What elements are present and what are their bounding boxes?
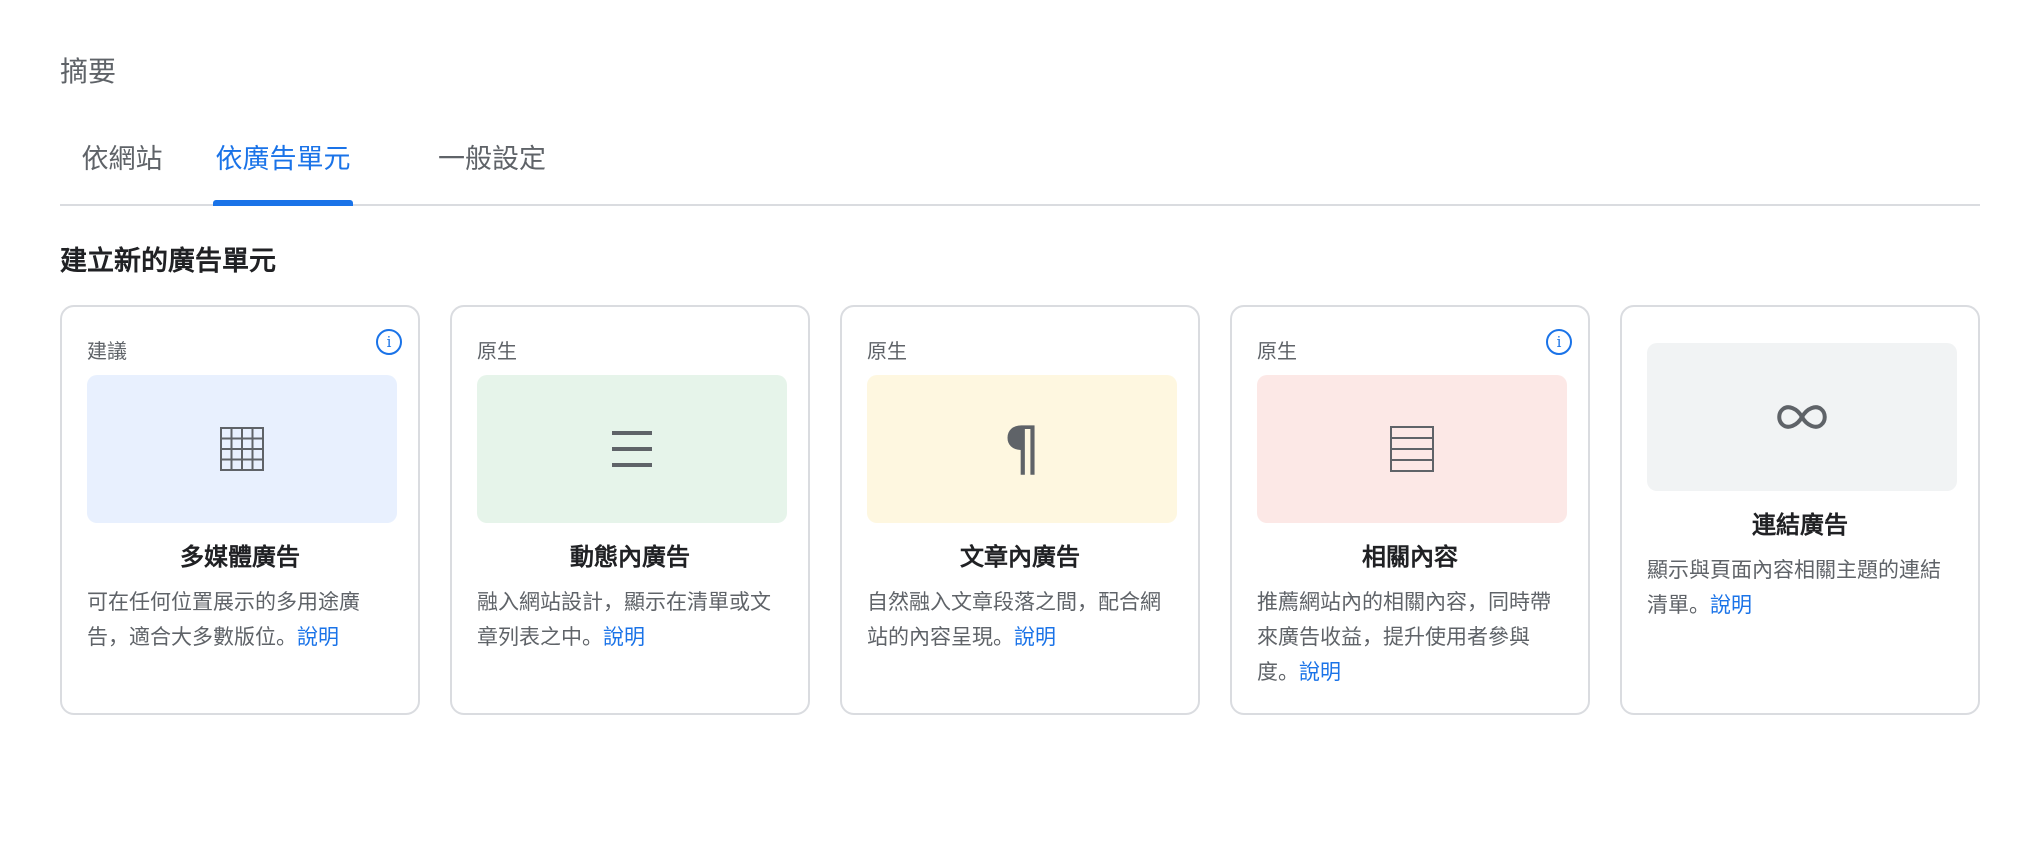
learn-more-link[interactable]: 說明 — [1299, 660, 1341, 684]
card-title: 多媒體廣告 — [180, 543, 300, 571]
section-heading: 建立新的廣告單元 — [60, 246, 276, 277]
page-title: 摘要 — [60, 55, 117, 88]
paragraph-icon: ¶ — [1002, 414, 1042, 484]
page: 摘要 依網站 依廣告單元 一般設定 建立新的廣告單元 建議 i 多媒體廣告 可在… — [0, 0, 2040, 861]
learn-more-link[interactable]: 說明 — [1710, 593, 1752, 617]
ad-unit-card-related-content[interactable]: 原生 i 相關內容 推薦網站內的相關內容，同時帶來廣告收益，提升使用者參與度。說… — [1230, 305, 1590, 715]
grid-icon — [220, 427, 264, 471]
card-description-text: 顯示與頁面內容相關主題的連結清單。 — [1647, 558, 1941, 617]
card-description: 顯示與頁面內容相關主題的連結清單。說明 — [1647, 553, 1956, 623]
card-thumbnail: ¶ — [867, 375, 1177, 523]
card-title: 動態內廣告 — [570, 543, 690, 571]
card-title: 文章內廣告 — [960, 543, 1080, 571]
card-title: 連結廣告 — [1752, 511, 1848, 539]
card-description: 自然融入文章段落之間，配合網站的內容呈現。說明 — [867, 585, 1176, 655]
ad-unit-card-display[interactable]: 建議 i 多媒體廣告 可在任何位置展示的多用途廣告，適合大多數版位。說明 — [60, 305, 420, 715]
learn-more-link[interactable]: 說明 — [603, 625, 645, 649]
info-icon[interactable]: i — [1546, 329, 1572, 355]
ad-unit-card-in-feed[interactable]: 原生 動態內廣告 融入網站設計，顯示在清單或文章列表之中。說明 — [450, 305, 810, 715]
card-description: 融入網站設計，顯示在清單或文章列表之中。說明 — [477, 585, 786, 655]
card-description: 可在任何位置展示的多用途廣告，適合大多數版位。說明 — [87, 585, 396, 655]
ad-unit-card-in-article[interactable]: 原生 ¶ 文章內廣告 自然融入文章段落之間，配合網站的內容呈現。說明 — [840, 305, 1200, 715]
tab-by-ad-unit[interactable]: 依廣告單元 — [213, 134, 353, 206]
info-icon[interactable]: i — [376, 329, 402, 355]
card-tag: 建議 — [87, 339, 127, 363]
list-box-icon — [1390, 426, 1434, 472]
card-tag: 原生 — [1257, 339, 1297, 363]
ad-unit-card-link-ads[interactable]: 連結廣告 顯示與頁面內容相關主題的連結清單。說明 — [1620, 305, 1980, 715]
card-tag: 原生 — [867, 339, 907, 363]
infinity-icon — [1777, 405, 1827, 429]
card-title: 相關內容 — [1362, 543, 1458, 571]
learn-more-link[interactable]: 說明 — [297, 625, 339, 649]
card-description: 推薦網站內的相關內容，同時帶來廣告收益，提升使用者參與度。說明 — [1257, 585, 1566, 690]
card-tag: 原生 — [477, 339, 517, 363]
card-thumbnail — [87, 375, 397, 523]
card-thumbnail — [1647, 343, 1957, 491]
learn-more-link[interactable]: 說明 — [1014, 625, 1056, 649]
feed-lines-icon — [612, 431, 652, 467]
tab-bar: 依網站 依廣告單元 一般設定 — [60, 134, 1980, 206]
tab-by-site[interactable]: 依網站 — [64, 134, 180, 204]
card-thumbnail — [477, 375, 787, 523]
tab-general-settings[interactable]: 一般設定 — [422, 134, 562, 204]
card-thumbnail — [1257, 375, 1567, 523]
